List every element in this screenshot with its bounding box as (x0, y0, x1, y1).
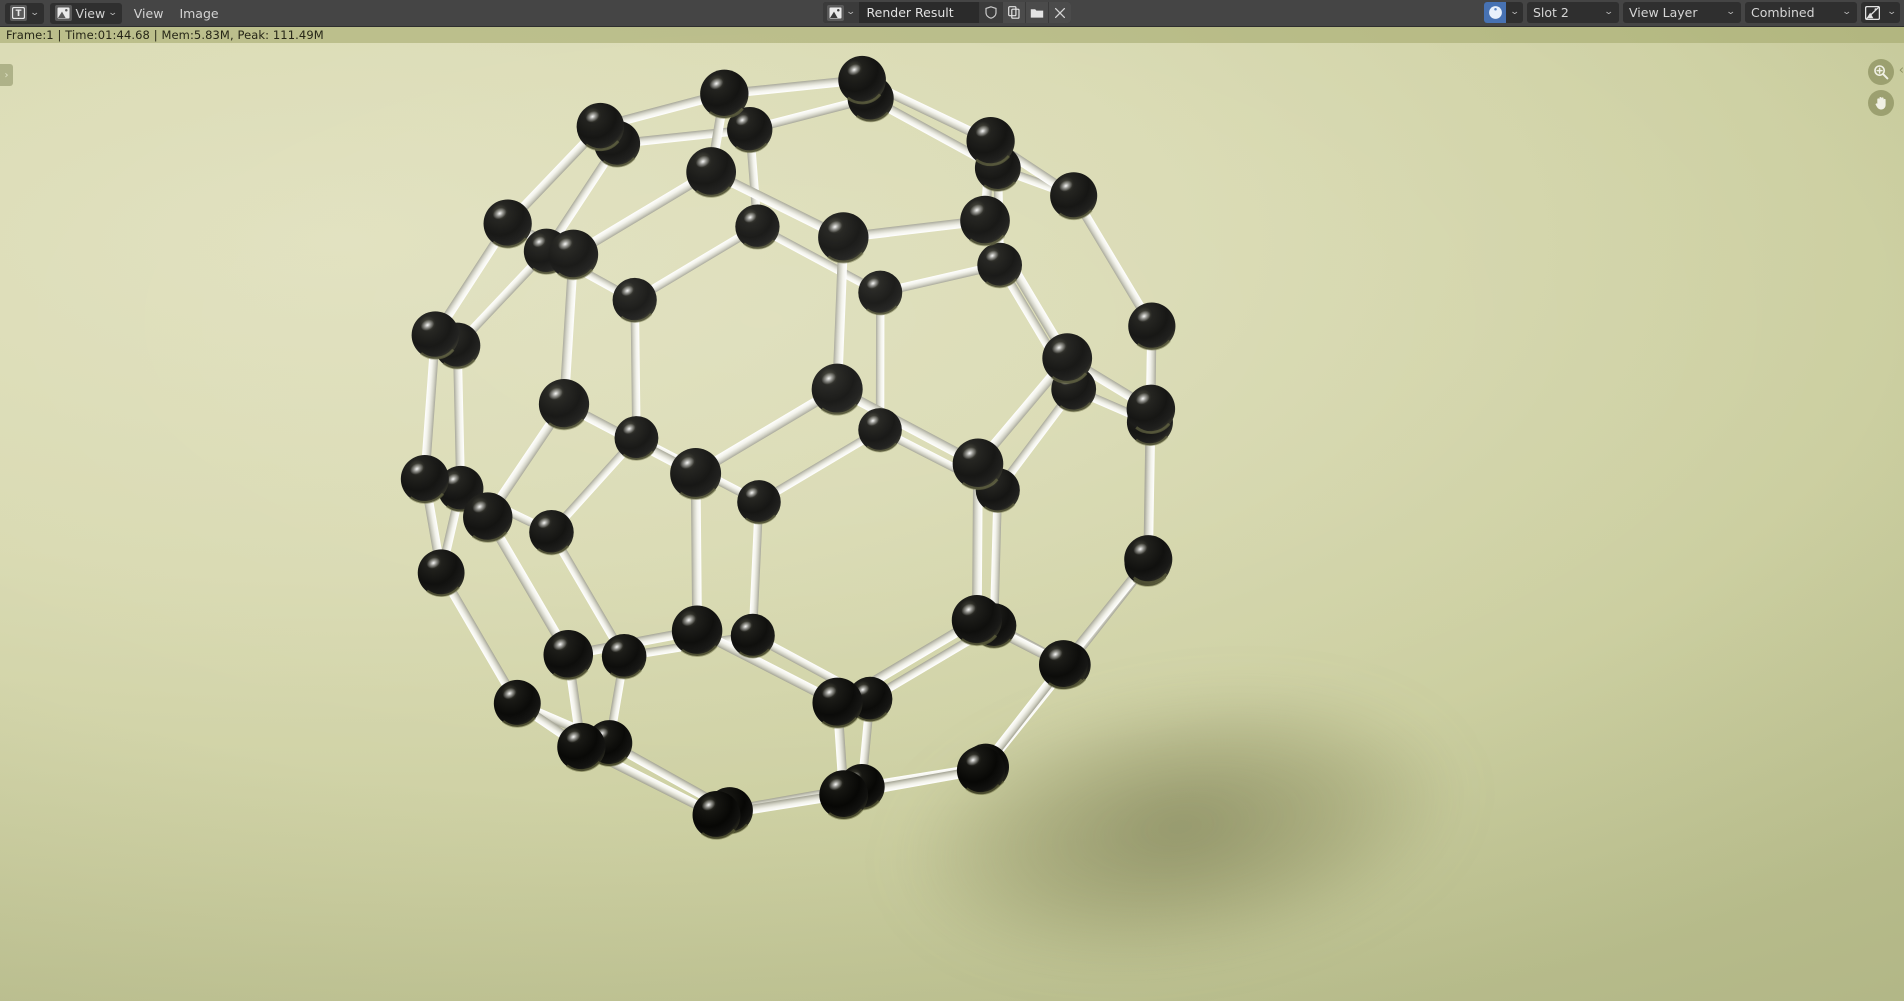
navigation-gizmos (1868, 59, 1894, 116)
copy-icon (1007, 6, 1020, 19)
pan-gizmo[interactable] (1868, 90, 1894, 116)
molecule-atom (601, 633, 648, 680)
chevron-down-icon: ⌄ (845, 7, 856, 17)
shield-icon (984, 6, 997, 19)
display-channels-selector[interactable]: ⌄ (1861, 2, 1900, 23)
close-icon (1054, 7, 1065, 18)
menu-image[interactable]: Image (171, 3, 226, 24)
chevron-down-icon: ⌄ (29, 7, 40, 18)
zoom-gizmo[interactable] (1868, 59, 1894, 85)
region-collapse-icon[interactable]: ‹ (1899, 63, 1904, 78)
molecule-atom (493, 679, 542, 728)
view-layer-label: View Layer (1629, 5, 1698, 20)
render-status-bar: Frame:1 | Time:01:44.68 | Mem:5.83M, Pea… (0, 27, 1904, 43)
molecule-atom (857, 407, 903, 453)
molecule-atom (736, 479, 782, 525)
cycles-icon (1484, 2, 1506, 23)
chevron-down-icon: ⌄ (1509, 7, 1520, 17)
blender-window: T ⌄ View ⌄ View Image ⌄ Render Result ⌄ … (0, 0, 1904, 1001)
chevron-right-icon: › (4, 69, 9, 81)
image-icon (54, 5, 72, 21)
chevron-down-icon: ⌄ (1604, 7, 1615, 17)
image-name-field[interactable]: Render Result (859, 2, 979, 23)
molecule-atom (810, 362, 864, 416)
image-datablock-field: ⌄ Render Result (823, 2, 1071, 23)
image-alpha-icon (1861, 2, 1883, 23)
open-image-button[interactable] (1024, 2, 1048, 23)
render-pass-label: Combined (1751, 5, 1815, 20)
hand-icon (1875, 96, 1886, 110)
image-mode-label: View (75, 5, 106, 21)
molecule-atom (730, 612, 776, 659)
image-browse-icon (827, 4, 844, 21)
sidebar-toggle[interactable]: › (0, 64, 13, 86)
molecule-atom (685, 146, 737, 198)
zoom-in-icon (1874, 65, 1889, 80)
editor-type-selector[interactable]: T ⌄ (5, 2, 44, 24)
image-field: ⌄ Render Result (823, 2, 1071, 23)
chevron-down-icon: ⌄ (1886, 7, 1897, 17)
image-editor-icon: T (10, 5, 27, 21)
molecule-atom (959, 194, 1011, 247)
image-mode-selector[interactable]: View ⌄ (49, 2, 122, 24)
svg-text:T: T (16, 9, 22, 19)
molecule-atom (611, 277, 658, 323)
render-pass-dropdown[interactable]: Combined ⌄ (1745, 2, 1857, 23)
render-slot-dropdown[interactable]: Slot 2 ⌄ (1527, 2, 1619, 23)
chevron-down-icon: ⌄ (1726, 7, 1737, 17)
molecule-atom (670, 604, 724, 657)
molecule-atom (416, 548, 466, 598)
molecule-atom (669, 447, 723, 500)
molecule-atom (542, 629, 594, 681)
render-engine-selector[interactable]: ⌄ (1484, 2, 1523, 23)
view-layer-dropdown[interactable]: View Layer ⌄ (1623, 2, 1741, 23)
molecule-atom (537, 378, 591, 431)
unlink-button[interactable] (1047, 2, 1071, 23)
new-image-button[interactable] (1001, 2, 1025, 23)
molecule-atom (1125, 383, 1176, 434)
header-left-group: T ⌄ View ⌄ View Image (0, 2, 227, 24)
image-browse-button[interactable]: ⌄ (823, 2, 859, 23)
molecule-atom (1127, 301, 1177, 351)
render-status-text: Frame:1 | Time:01:44.68 | Mem:5.83M, Pea… (6, 28, 324, 42)
chevron-down-icon: ⌄ (107, 7, 119, 18)
menu-view[interactable]: View (126, 3, 172, 24)
chevron-down-icon: ⌄ (1842, 7, 1853, 17)
fake-user-button[interactable] (978, 2, 1002, 23)
image-canvas[interactable]: Frame:1 | Time:01:44.68 | Mem:5.83M, Pea… (0, 27, 1904, 1001)
molecule-atom (857, 269, 903, 316)
image-editor-header: T ⌄ View ⌄ View Image ⌄ Render Result ⌄ … (0, 0, 1904, 27)
molecule-render (399, 55, 1177, 840)
header-right-group: ⌄ Slot 2 ⌄ View Layer ⌄ Combined ⌄ ⌄ (1484, 2, 1900, 23)
molecule-atom (1049, 171, 1099, 221)
render-slot-label: Slot 2 (1533, 5, 1569, 20)
folder-icon (1030, 8, 1043, 18)
